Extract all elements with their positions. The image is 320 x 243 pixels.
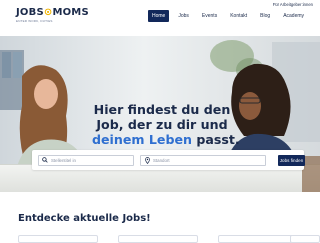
location-search-field[interactable]: Standort: [140, 154, 266, 166]
logo-tagline: ENTER WORK, DUTIES: [16, 19, 53, 23]
logo[interactable]: JOBS⊙MOMS ENTER WORK, DUTIES: [16, 7, 89, 26]
nav-blog[interactable]: Blog: [256, 10, 274, 22]
job-card[interactable]: [18, 235, 98, 243]
hero-headline-line3: deinem Leben passt.: [92, 132, 240, 147]
nav-events[interactable]: Events: [198, 10, 221, 22]
job-search-bar: Stellentitel in Standort Jobs finden: [32, 150, 305, 170]
find-jobs-button[interactable]: Jobs finden: [278, 155, 305, 166]
nav-jobs[interactable]: Jobs: [174, 10, 193, 22]
job-card[interactable]: [290, 235, 320, 243]
hero-headline-accent: deinem Leben: [92, 132, 192, 147]
employer-link[interactable]: Für Arbeitgeber:innen: [273, 2, 313, 7]
section-title: Entdecke aktuelle Jobs!: [18, 213, 151, 224]
keyword-search-field[interactable]: Stellentitel in: [38, 154, 134, 166]
nav-academy[interactable]: Academy: [279, 10, 308, 22]
nav-home[interactable]: Home: [148, 10, 170, 22]
location-search-placeholder: Standort: [153, 157, 170, 163]
hero-headline: Hier findest du den Job, der zu dir und …: [92, 102, 240, 147]
keyword-search-placeholder: Stellentitel in: [51, 157, 76, 163]
logo-wordmark: JOBS⊙MOMS: [16, 7, 89, 18]
hero-headline-rest: passt.: [191, 132, 240, 147]
job-card[interactable]: [118, 235, 198, 243]
hero-headline-line2: Job, der zu dir und: [96, 117, 228, 132]
hero-headline-line1: Hier findest du den: [93, 102, 231, 117]
location-pin-icon: [143, 156, 151, 164]
job-card[interactable]: [218, 235, 298, 243]
search-icon: [41, 156, 49, 164]
nav-kontakt[interactable]: Kontakt: [226, 10, 251, 22]
main-nav: Home Jobs Events Kontakt Blog Academy: [148, 10, 313, 22]
